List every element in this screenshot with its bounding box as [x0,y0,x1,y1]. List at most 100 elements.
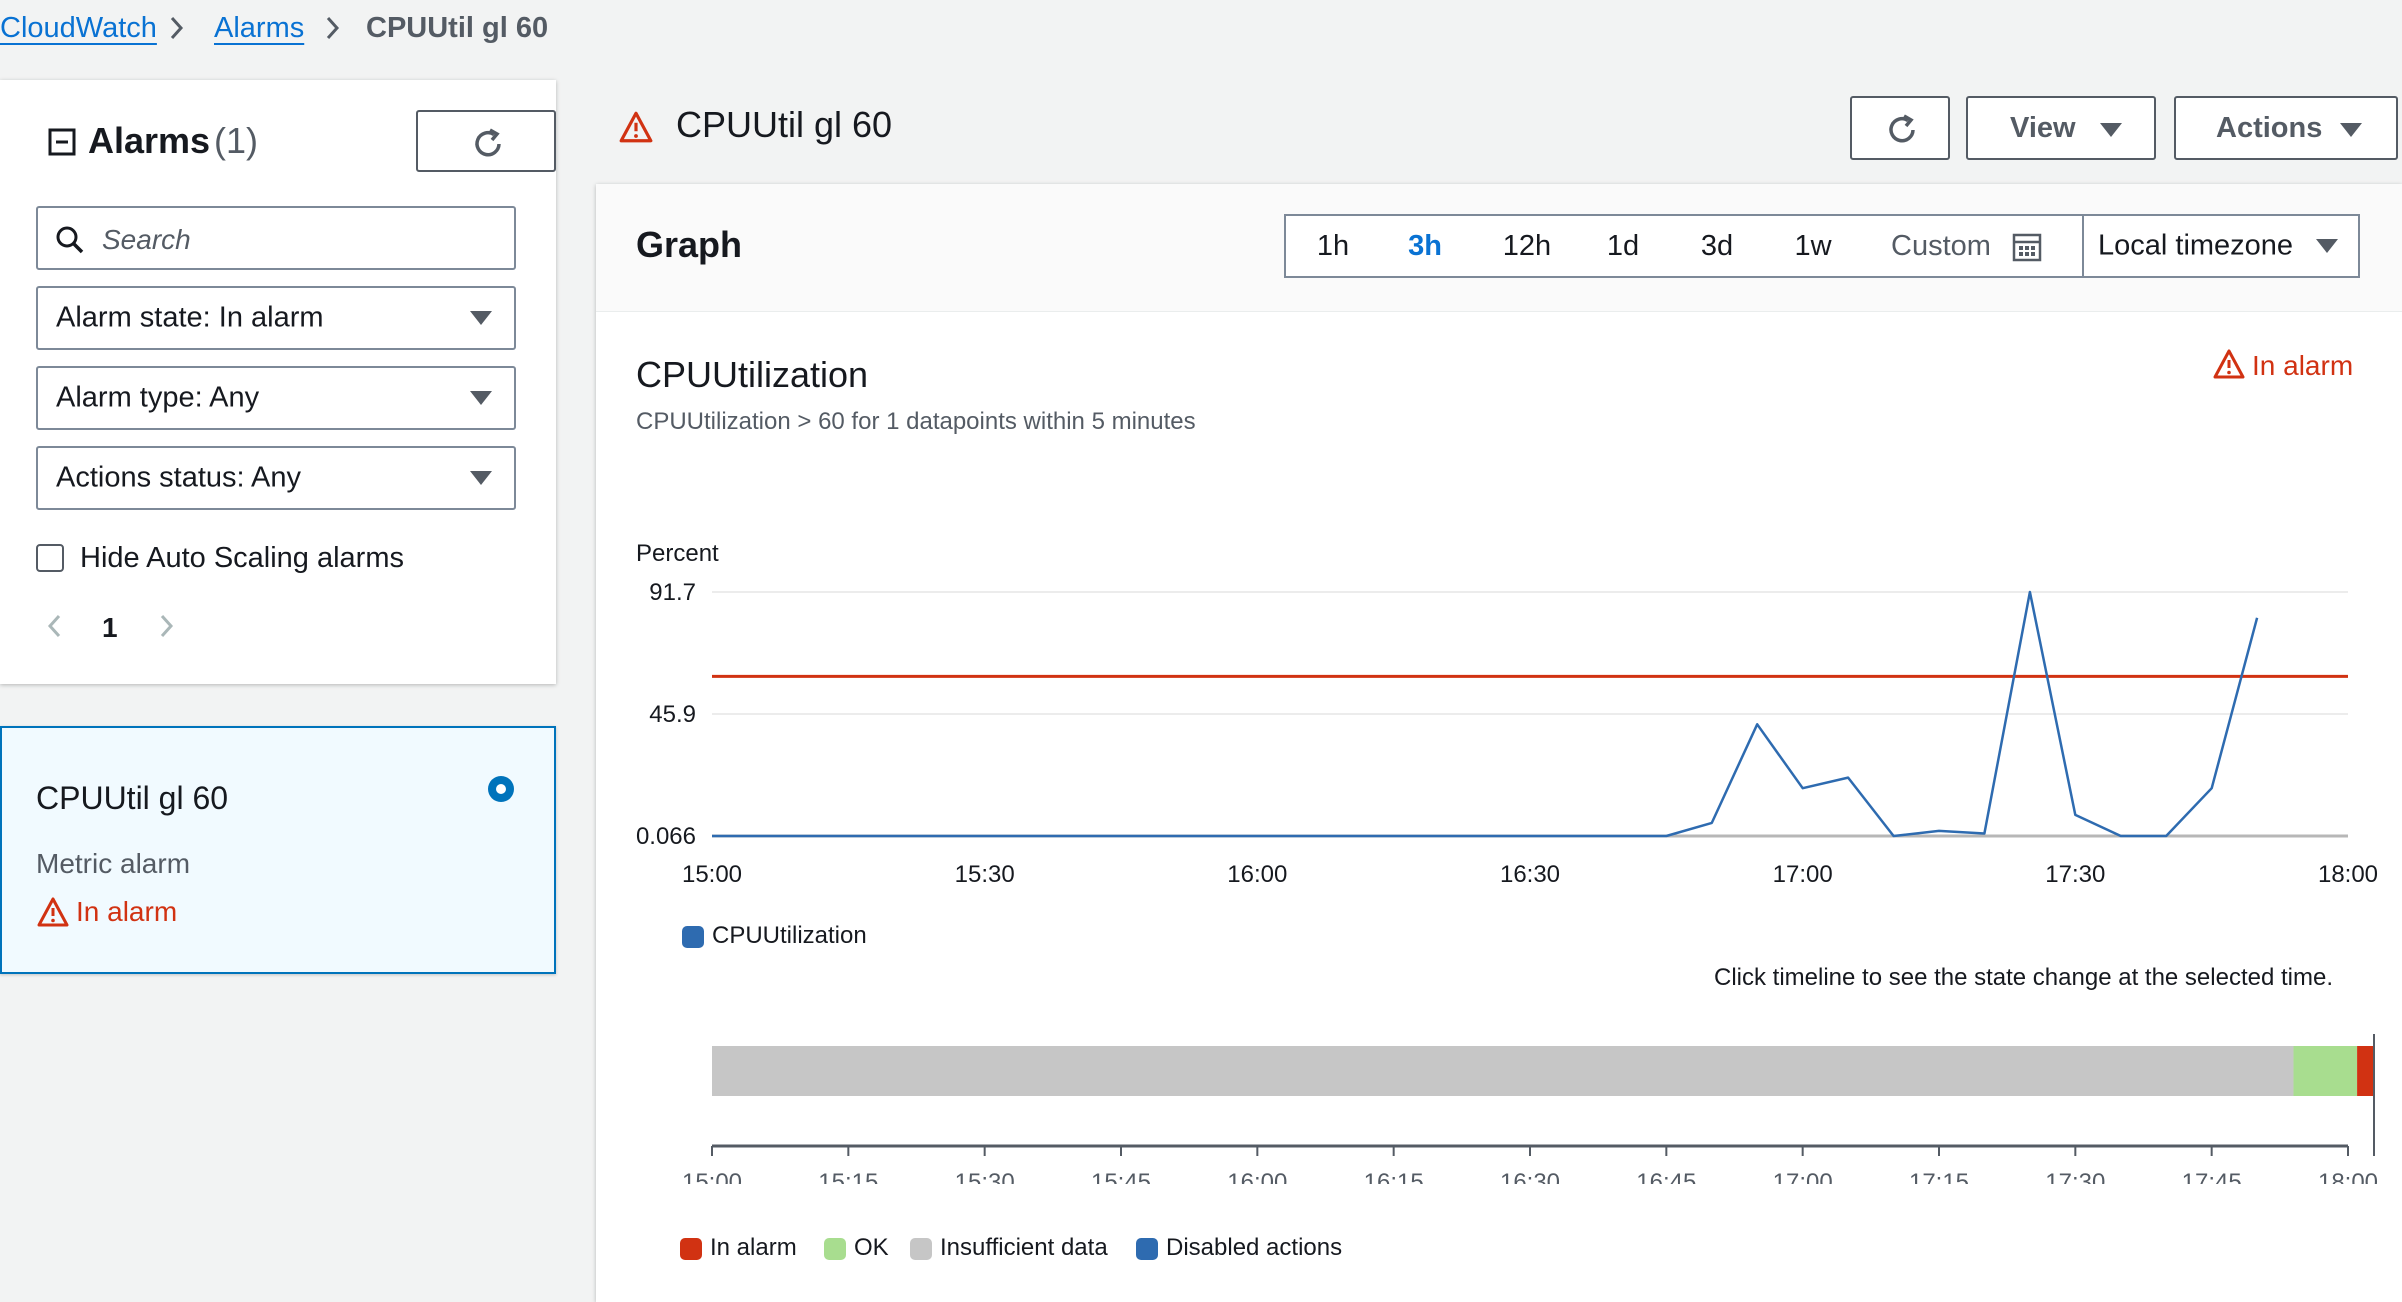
collapse-square-icon[interactable] [48,128,76,163]
y-tick-label: 0.066 [636,823,696,850]
breadcrumb-alarms-link[interactable]: Alarms [214,12,304,45]
search-input[interactable]: Search [36,206,516,270]
timeline-segment-in-alarm [2357,1046,2374,1096]
graph-section-title: Graph [636,224,743,265]
timeline-hint: Click timeline to see the state change a… [1714,964,2333,991]
alarm-select-radio[interactable] [486,774,516,811]
cpu-line-chart: 91.7 45.9 0.066 15:00 15:30 16:00 16:30 17:00 17… [636,579,2378,888]
chevron-right-icon [322,12,344,52]
actions-status-value: Actions status: Any [56,461,302,494]
actions-status-select[interactable]: Actions status: Any [36,446,516,510]
timeline-tick-label: 16:00 [1227,1169,1287,1184]
x-tick-label: 15:00 [682,861,742,888]
warning-triangle-icon [36,896,70,935]
legend-cpu-label: CPUUtilization [712,922,867,949]
actions-button[interactable]: Actions [2174,96,2398,160]
alarm-state-select[interactable]: Alarm state: In alarm [36,286,516,350]
metric-state: In alarm [2252,350,2354,381]
timeline-tick-label: 16:15 [1364,1169,1424,1184]
legend-insufficient-swatch [910,1237,932,1260]
search-placeholder: Search [102,224,191,255]
timeline-tick-label: 18:00 [2318,1169,2378,1184]
x-tick-label: 17:30 [2045,861,2105,888]
y-tick-label: 91.7 [649,579,696,606]
refresh-alarms-button[interactable] [416,110,556,172]
alarm-type-select[interactable]: Alarm type: Any [36,366,516,430]
y-tick-label: 45.9 [649,701,696,728]
legend-cpu-swatch [682,925,704,948]
alarms-filter-panel: Alarms (1) Search Alarm state: In alarm … [0,80,556,684]
alarms-count: (1) [214,120,258,161]
timezone-select[interactable]: Local timezone [2082,214,2360,278]
view-button[interactable]: View [1966,96,2156,160]
timeline-tick-label: 17:00 [1773,1169,1833,1184]
legend-in-alarm: In alarm [680,1234,797,1262]
refresh-icon [470,126,506,169]
range-12h[interactable]: 12h [1492,216,1562,276]
calendar-icon[interactable] [2012,232,2042,269]
caret-down-icon [2316,239,2338,253]
pagination-prev-icon[interactable] [44,610,66,649]
range-1d[interactable]: 1d [1596,216,1650,276]
alarm-card[interactable]: CPUUtil gl 60 Metric alarm In alarm [0,726,556,974]
timeline-tick-label: 17:30 [2045,1169,2105,1184]
alarm-type-value: Alarm type: Any [56,381,260,414]
range-1h[interactable]: 1h [1306,216,1360,276]
refresh-icon [1884,112,1920,155]
warning-triangle-icon [2212,348,2246,387]
breadcrumb-current: CPUUtil gl 60 [366,12,549,44]
warning-triangle-icon [618,110,654,151]
x-tick-label: 16:30 [1500,861,1560,888]
refresh-button[interactable] [1850,96,1950,160]
timeline-tick-label: 16:30 [1500,1169,1560,1184]
legend-insufficient: Insufficient data [910,1234,1108,1262]
legend-ok: OK [824,1234,889,1262]
legend-cpu[interactable]: CPUUtilization [682,922,867,950]
legend-insufficient-label: Insufficient data [940,1234,1108,1261]
timeline-tick-label: 15:30 [955,1169,1015,1184]
caret-down-icon [470,471,492,485]
timeline-tick-label: 17:15 [1909,1169,1969,1184]
range-3h[interactable]: 3h [1398,216,1452,276]
hide-autoscaling-checkbox[interactable] [36,544,64,572]
hide-autoscaling-label[interactable]: Hide Auto Scaling alarms [80,542,404,575]
metric-title: CPUUtilization [636,354,869,395]
pagination-next-icon[interactable] [156,610,178,649]
graph-header: Graph 1h 3h 12h 1d 3d 1w Custom Local ti… [596,184,2402,312]
timeline-tick-label: 15:00 [682,1169,742,1184]
alarm-state-value: Alarm state: In alarm [56,301,324,334]
alarm-card-name: CPUUtil gl 60 [36,780,229,816]
x-tick-label: 16:00 [1227,861,1287,888]
timeline-tick-label: 15:45 [1091,1169,1151,1184]
state-timeline[interactable]: 15:00 15:15 15:30 15:45 16:00 16:15 16:30 16:45… [596,1034,2402,1184]
range-custom[interactable]: Custom [1886,216,1996,276]
x-tick-label: 18:00 [2318,861,2378,888]
legend-ok-swatch [824,1237,846,1260]
alarm-card-type: Metric alarm [36,848,191,879]
x-tick-label: 17:00 [1773,861,1833,888]
time-range-selector: 1h 3h 12h 1d 3d 1w Custom [1284,214,2084,278]
timeline-segment-ok [2293,1046,2358,1096]
search-icon [54,224,86,263]
legend-disabled-actions: Disabled actions [1136,1234,1342,1262]
pagination-page[interactable]: 1 [102,612,118,644]
breadcrumb-cloudwatch-link[interactable]: CloudWatch [0,12,157,45]
range-3d[interactable]: 3d [1690,216,1744,276]
range-1w[interactable]: 1w [1786,216,1840,276]
timeline-tick-label: 15:15 [818,1169,878,1184]
graph-container: Graph 1h 3h 12h 1d 3d 1w Custom Local ti… [596,184,2402,1302]
actions-button-label: Actions [2216,112,2323,144]
alarm-condition: CPUUtilization > 60 for 1 datapoints wit… [636,408,1196,435]
legend-disabled-swatch [1136,1237,1158,1260]
view-button-label: View [2010,112,2076,144]
alarm-card-state: In alarm [76,896,178,927]
caret-down-icon [2340,123,2362,137]
page-title: CPUUtil gl 60 [676,104,893,145]
legend-in-alarm-label: In alarm [710,1234,797,1261]
alarms-panel-title: Alarms [88,120,211,161]
caret-down-icon [470,391,492,405]
caret-down-icon [2100,123,2122,137]
timezone-value: Local timezone [2098,229,2294,262]
legend-ok-label: OK [854,1234,889,1261]
timeline-tick-label: 16:45 [1636,1169,1696,1184]
